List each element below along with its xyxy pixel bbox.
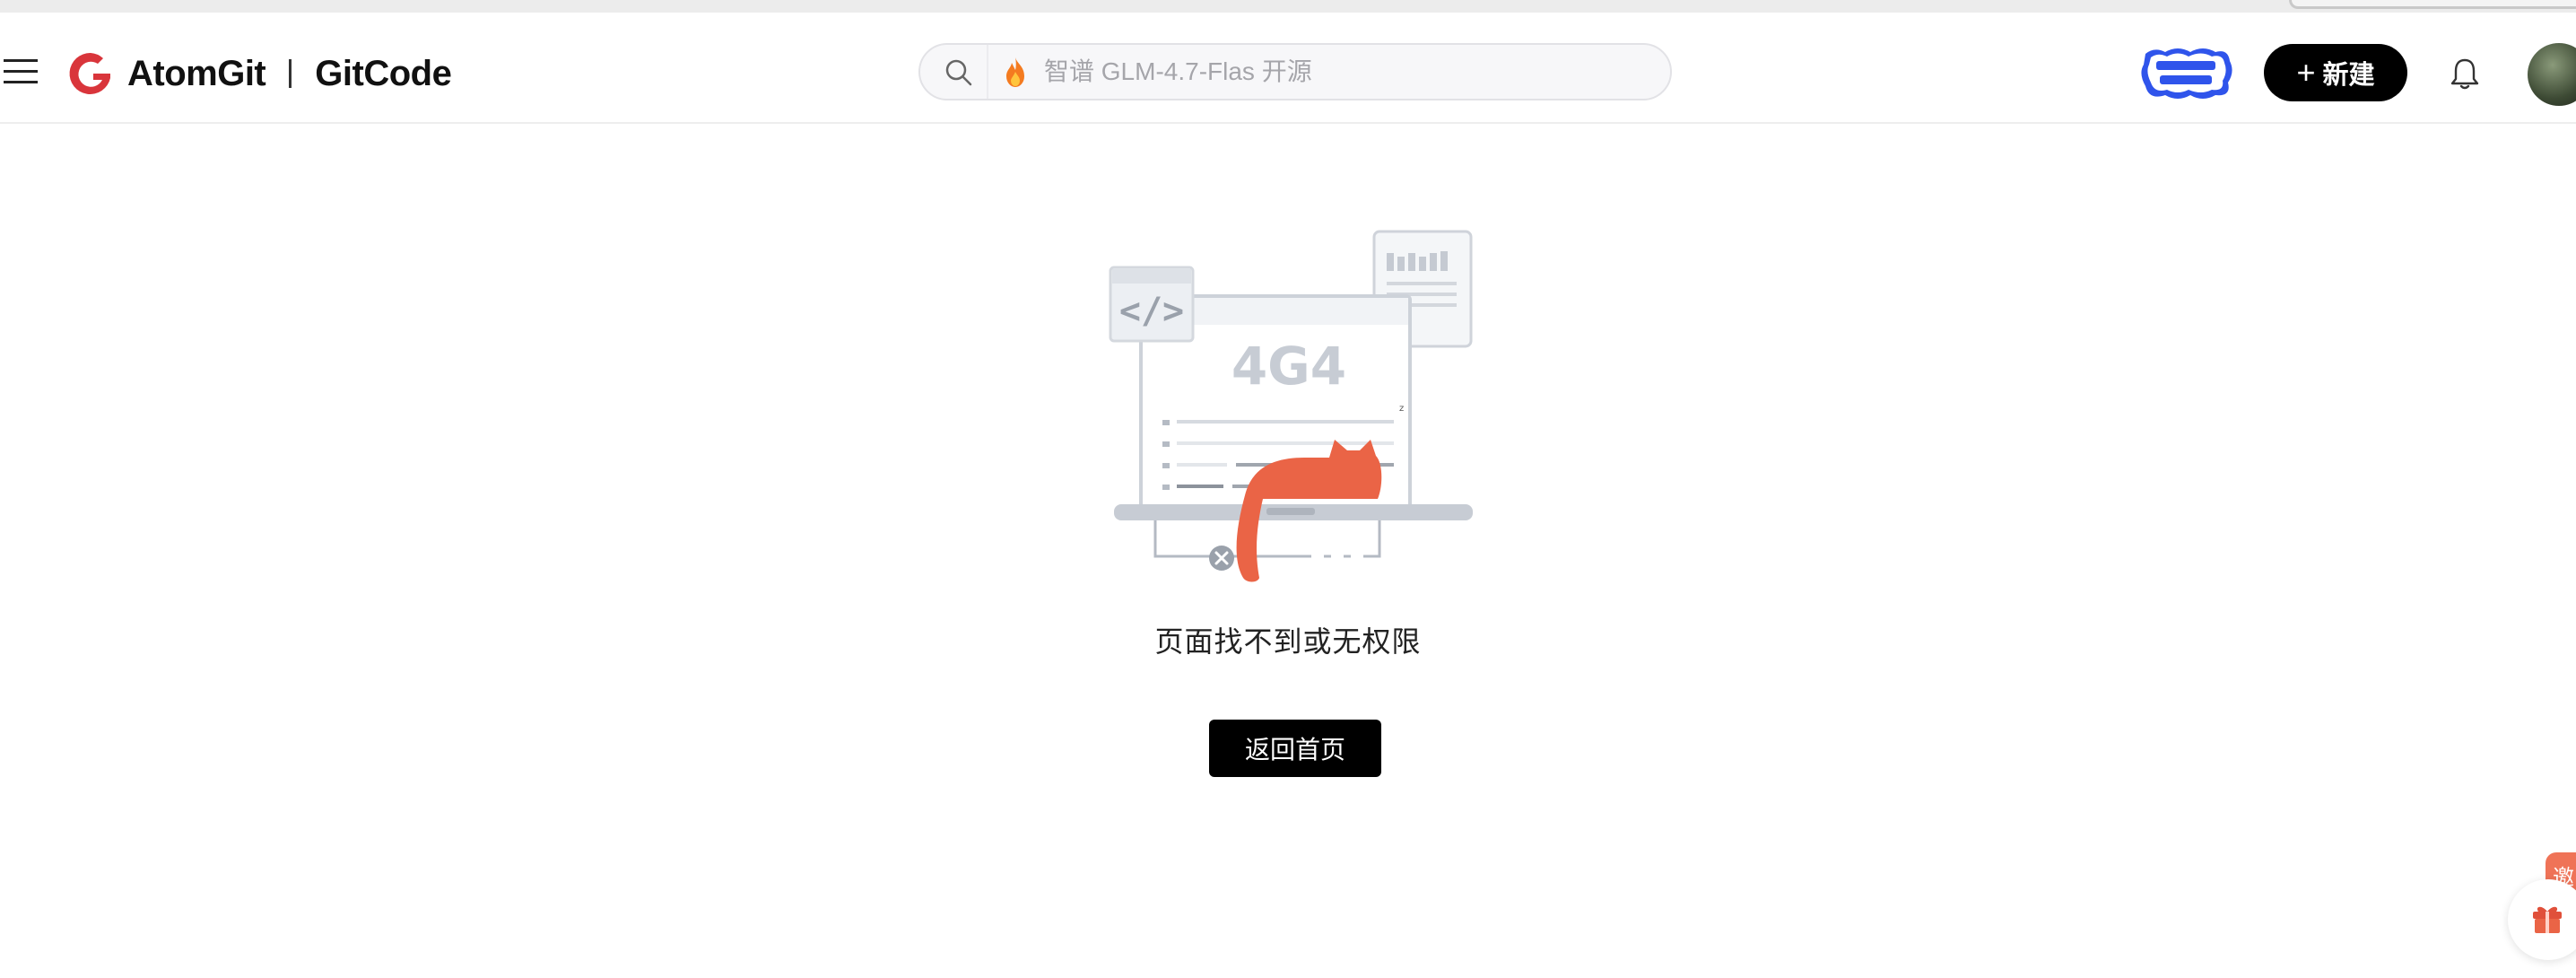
bell-icon[interactable] [2449, 56, 2481, 92]
search-divider [987, 45, 988, 99]
brand-divider [289, 59, 292, 88]
code-symbol-icon: </> [1119, 291, 1184, 332]
brand-gitcode: GitCode [315, 53, 452, 93]
search-bar[interactable] [918, 43, 1672, 100]
new-button[interactable]: + 新建 [2264, 44, 2407, 101]
gift-floating-button[interactable] [2508, 879, 2576, 960]
developer-program-badge[interactable] [2138, 45, 2233, 102]
not-found-illustration: </> 4G4 z [1109, 230, 1473, 582]
search-input[interactable] [1042, 52, 1652, 92]
browser-tab-edge [2289, 0, 2576, 9]
user-avatar[interactable] [2528, 43, 2576, 106]
back-home-button[interactable]: 返回首页 [1209, 720, 1381, 777]
plus-icon: + [2296, 54, 2316, 91]
new-button-label: 新建 [2322, 61, 2375, 90]
svg-text:z: z [1399, 404, 1404, 414]
hamburger-menu-icon[interactable] [4, 54, 39, 90]
search-icon[interactable] [944, 57, 974, 88]
site-logo[interactable]: AtomGit GitCode [66, 48, 452, 99]
brand-atomgit: AtomGit [127, 53, 266, 93]
gift-icon [2533, 906, 2562, 933]
illustration-code-text: 4G4 [1231, 336, 1346, 397]
gitcode-logo-icon [69, 52, 110, 94]
error-message: 页面找不到或无权限 [1154, 625, 1422, 658]
browser-top-strip [0, 0, 2576, 13]
top-navbar: AtomGit GitCode + 新建 [0, 13, 2576, 124]
fire-icon [1006, 57, 1024, 87]
